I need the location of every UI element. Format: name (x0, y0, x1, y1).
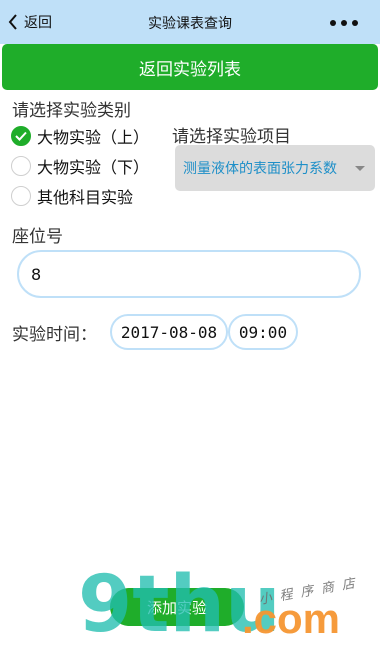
date-picker[interactable]: 2017-08-08 (110, 314, 228, 350)
more-dot-icon (341, 20, 347, 26)
radio-unchecked-icon (11, 186, 31, 206)
radio-unchecked-icon (11, 156, 31, 176)
page-title: 实验课表查询 (148, 16, 232, 32)
add-experiment-button[interactable]: 添加实验 (110, 588, 244, 626)
category-label: 请选择实验类别 (12, 101, 131, 121)
category-option-label: 其他科目实验 (37, 188, 134, 207)
time-label: 实验时间： (12, 325, 97, 345)
dropdown-caret-icon (355, 166, 365, 171)
category-option-label: 大物实验（下） (37, 158, 150, 177)
seat-label: 座位号 (12, 227, 63, 247)
category-option-physics-2[interactable]: 大物实验（下） (11, 154, 149, 178)
seat-value: 8 (31, 264, 42, 284)
watermark-domain: .com (242, 595, 341, 642)
more-dot-icon (352, 20, 358, 26)
project-select[interactable]: 测量液体的表面张力系数 (175, 145, 375, 191)
more-menu-button[interactable] (330, 20, 358, 26)
back-to-list-button[interactable]: 返回实验列表 (2, 44, 378, 90)
navbar: 返回 实验课表查询 (0, 0, 380, 44)
page: 返回 实验课表查询 返回实验列表 请选择实验类别 大物实验（上） 大物实验（下）… (0, 0, 380, 648)
radio-checked-icon (11, 126, 31, 146)
time-value: 09:00 (238, 322, 288, 342)
seat-input[interactable]: 8 (17, 250, 361, 298)
date-value: 2017-08-08 (120, 322, 218, 342)
project-label: 请选择实验项目 (172, 127, 291, 147)
category-option-label: 大物实验（上） (37, 128, 150, 147)
category-option-physics-1[interactable]: 大物实验（上） (11, 124, 149, 148)
time-picker[interactable]: 09:00 (228, 314, 298, 350)
project-selected-value: 测量液体的表面张力系数 (183, 161, 337, 177)
watermark-tagline: 小程序商店 (257, 574, 364, 608)
more-dot-icon (330, 20, 336, 26)
category-option-other[interactable]: 其他科目实验 (11, 184, 133, 208)
